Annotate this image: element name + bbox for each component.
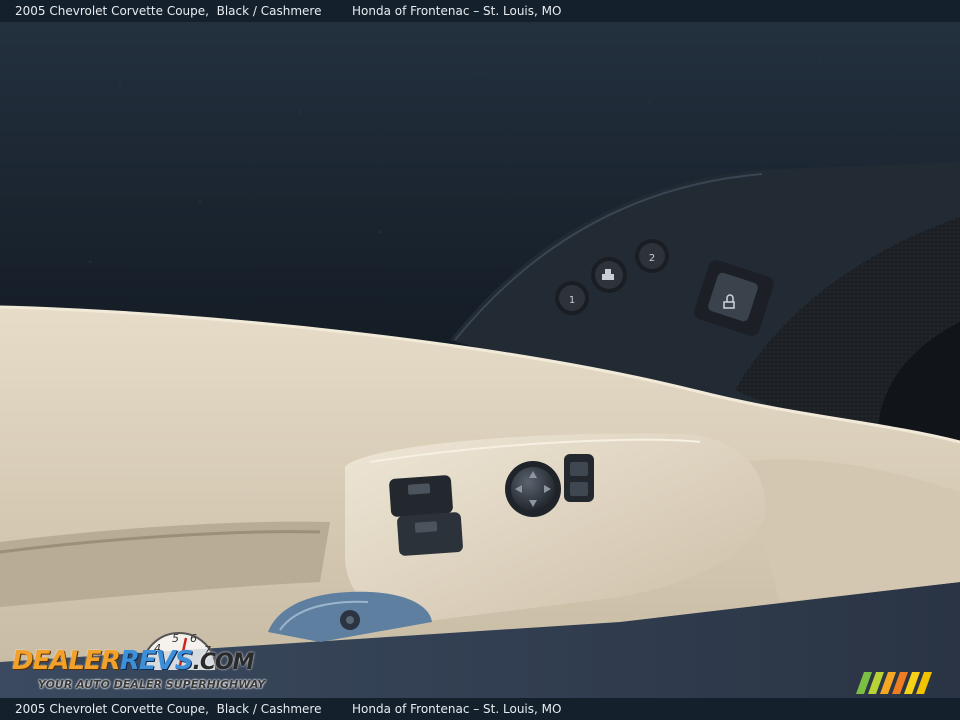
color-stripes-icon (856, 672, 932, 694)
dealerrevs-tagline: YOUR AUTO DEALER SUPERHIGHWAY (38, 678, 266, 691)
wordmark-com: .COM (192, 650, 254, 675)
dealer-caption: Honda of Frontenac – St. Louis, MO (352, 4, 562, 18)
dealerrevs-logo: 4 5 6 7 DEALERREVS.COM YOUR AUTO DEALER … (12, 626, 266, 696)
vehicle-colors-bottom: Black / Cashmere (216, 702, 322, 716)
gauge-digit-6: 6 (190, 632, 197, 645)
svg-text:2: 2 (649, 253, 655, 264)
vehicle-name: 2005 Chevrolet Corvette Coupe, (15, 4, 209, 18)
svg-text:1: 1 (569, 295, 575, 306)
caption-bar-bottom: 2005 Chevrolet Corvette Coupe, Black / C… (0, 698, 960, 720)
dealerrevs-wordmark: DEALERREVS.COM (12, 646, 255, 676)
vehicle-caption: 2005 Chevrolet Corvette Coupe, Black / C… (15, 0, 321, 22)
vehicle-caption-bottom: 2005 Chevrolet Corvette Coupe, Black / C… (15, 698, 321, 720)
wordmark-revs: REVS (119, 646, 194, 676)
dealer-caption-bottom: Honda of Frontenac – St. Louis, MO (352, 702, 562, 716)
caption-bar-top: 2005 Chevrolet Corvette Coupe, Black / C… (0, 0, 960, 22)
gauge-digit-5: 5 (172, 632, 179, 645)
door-panel-photo: 1 2 (0, 22, 960, 698)
wordmark-dealer: DEALER (12, 646, 121, 676)
vehicle-name-bottom: 2005 Chevrolet Corvette Coupe, (15, 702, 209, 716)
door-panel-illustration: 1 2 (0, 22, 960, 698)
vehicle-colors: Black / Cashmere (216, 4, 322, 18)
